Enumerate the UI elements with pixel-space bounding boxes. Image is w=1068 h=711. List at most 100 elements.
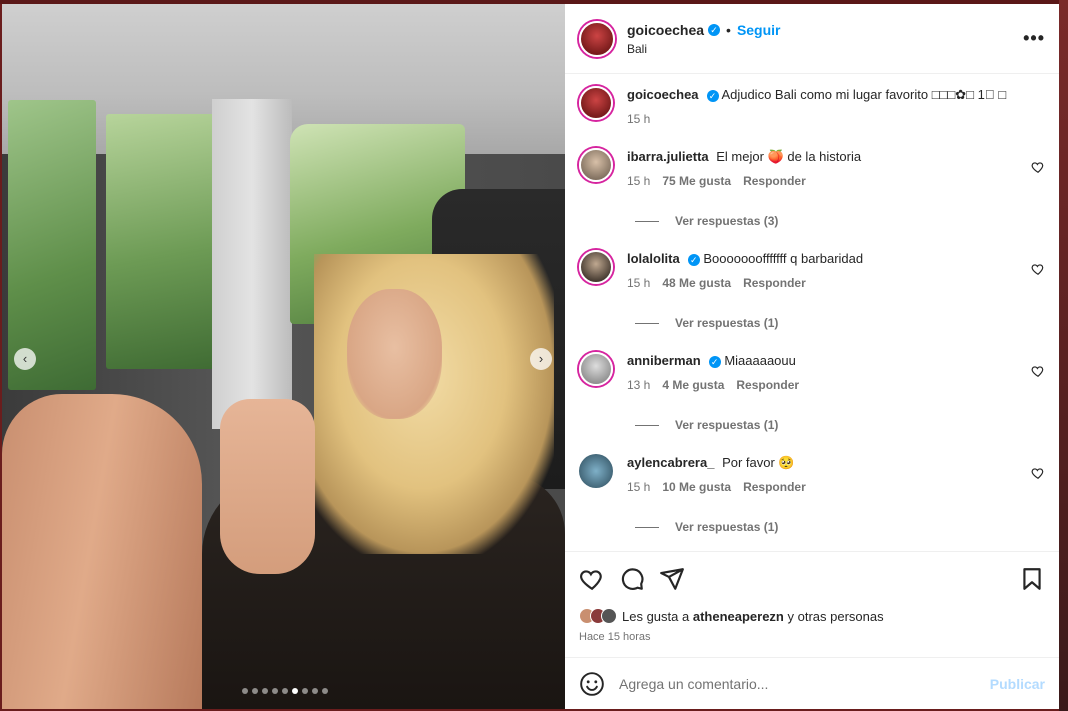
comment-reply-button[interactable]: Responder <box>743 480 806 494</box>
posted-time: Hace 15 horas <box>579 631 651 643</box>
photo-person-leg <box>2 394 202 709</box>
carousel-dot <box>302 688 308 694</box>
carousel-prev-button[interactable]: ‹ <box>14 348 36 370</box>
comment-input[interactable] <box>619 675 990 692</box>
carousel-dot <box>282 688 288 694</box>
comment-username[interactable]: lolalolita <box>627 251 680 266</box>
replies-line <box>635 322 659 324</box>
comment-username[interactable]: aylencabrera_ <box>627 455 714 470</box>
likes-user[interactable]: atheneaperezn <box>693 609 784 624</box>
comment-reply-button[interactable]: Responder <box>743 276 806 290</box>
comment-text: Booooooofffffff q barbaridad <box>703 251 864 266</box>
post-header: goicoechea ✓ • Seguir Bali ••• <box>565 4 1059 74</box>
heart-icon[interactable] <box>1031 364 1045 378</box>
publish-button[interactable]: Publicar <box>990 676 1045 692</box>
caption: goicoechea ✓ Adjudico Bali como mi lugar … <box>579 86 1045 126</box>
carousel-dot <box>322 688 328 694</box>
comment-username[interactable]: anniberman <box>627 353 701 368</box>
comment-likes[interactable]: 75 Me gusta <box>662 174 731 188</box>
view-replies-button[interactable]: Ver respuestas (1) <box>635 316 1045 330</box>
comment-avatar[interactable] <box>579 148 613 182</box>
view-replies-button[interactable]: Ver respuestas (1) <box>635 418 1045 432</box>
comment-likes[interactable]: 48 Me gusta <box>662 276 731 290</box>
comment-time: 13 h <box>627 378 651 392</box>
heart-icon[interactable] <box>1031 466 1045 480</box>
comment-item: aylencabrera_ Por favor 🥺 15 h 10 Me gus… <box>579 454 1045 494</box>
liker-avatar <box>601 608 617 624</box>
post-media[interactable]: ‹ › <box>2 4 565 709</box>
view-replies-label: Ver respuestas (3) <box>675 214 779 228</box>
photo-person-hair <box>314 254 554 554</box>
caption-avatar[interactable] <box>579 86 613 120</box>
comment-text: El mejor 🍑 de la historia <box>716 149 862 164</box>
comment-avatar[interactable] <box>579 352 613 386</box>
comment-username[interactable]: ibarra.julietta <box>627 149 709 164</box>
author-username[interactable]: goicoechea <box>627 22 704 38</box>
carousel-dot <box>292 688 298 694</box>
replies-line <box>635 526 659 528</box>
comments-list[interactable]: goicoechea ✓ Adjudico Bali como mi lugar … <box>565 74 1059 551</box>
heart-icon[interactable] <box>1031 160 1045 174</box>
carousel-dot <box>262 688 268 694</box>
heart-icon[interactable] <box>1031 262 1045 276</box>
verified-badge-icon: ✓ <box>708 356 721 368</box>
photo-window-middle <box>106 114 226 369</box>
comment-likes[interactable]: 4 Me gusta <box>662 378 724 392</box>
comment-time: 15 h <box>627 480 651 494</box>
carousel-next-button[interactable]: › <box>530 348 552 370</box>
view-replies-label: Ver respuestas (1) <box>675 418 779 432</box>
view-replies-label: Ver respuestas (1) <box>675 520 779 534</box>
comment-time: 15 h <box>627 276 651 290</box>
author-info: goicoechea ✓ • Seguir Bali <box>627 22 1023 56</box>
carousel-dot <box>272 688 278 694</box>
comment-reply-button[interactable]: Responder <box>743 174 806 188</box>
like-heart-icon[interactable] <box>579 566 605 592</box>
verified-badge-icon: ✓ <box>706 90 719 102</box>
comment-avatar[interactable] <box>579 250 613 284</box>
author-avatar[interactable] <box>579 20 615 57</box>
background-edge <box>1059 0 1068 711</box>
comment-item: anniberman ✓ Miaaaaaouu 13 h 4 Me gusta R… <box>579 352 1045 392</box>
replies-line <box>635 424 659 426</box>
view-replies-button[interactable]: Ver respuestas (3) <box>635 214 1045 228</box>
comment-time: 15 h <box>627 174 651 188</box>
photo-peace-sign-hand <box>220 399 315 574</box>
carousel-dots <box>242 688 328 694</box>
caption-username[interactable]: goicoechea <box>627 87 699 102</box>
verified-badge-icon: ✓ <box>708 23 721 36</box>
likes-suffix[interactable]: y otras personas <box>788 609 884 624</box>
post-side-panel: goicoechea ✓ • Seguir Bali ••• goicoeche… <box>565 4 1059 709</box>
comment-likes[interactable]: 10 Me gusta <box>662 480 731 494</box>
separator-bullet: • <box>726 21 731 38</box>
share-send-icon[interactable] <box>659 566 685 592</box>
photo-window-left <box>8 100 96 390</box>
photo-car-pillar <box>212 99 292 429</box>
comment-avatar[interactable] <box>579 454 613 488</box>
comment-item: lolalolita ✓ Booooooofffffff q barbaridad… <box>579 250 1045 290</box>
caption-text: Adjudico Bali como mi lugar favorito □□□… <box>721 87 1007 102</box>
comment-bubble-icon[interactable] <box>619 566 645 592</box>
post-location[interactable]: Bali <box>627 42 1023 56</box>
likes-text: Les gusta a atheneaperezn y otras person… <box>622 609 884 624</box>
post-actions <box>565 551 1059 605</box>
comment-text: Miaaaaaouu <box>724 353 796 368</box>
view-replies-button[interactable]: Ver respuestas (1) <box>635 520 1045 534</box>
comment-composer: Publicar <box>565 657 1059 709</box>
follow-button[interactable]: Seguir <box>737 22 781 38</box>
view-replies-label: Ver respuestas (1) <box>675 316 779 330</box>
comment-text: Por favor 🥺 <box>722 455 795 470</box>
photo-person-face <box>347 289 442 419</box>
comment-item: ibarra.julietta El mejor 🍑 de la histori… <box>579 148 1045 188</box>
carousel-dot <box>312 688 318 694</box>
bookmark-icon[interactable] <box>1019 566 1045 592</box>
caption-time: 15 h <box>627 112 651 126</box>
more-options-icon[interactable]: ••• <box>1023 28 1045 49</box>
carousel-dot <box>242 688 248 694</box>
likes-prefix: Les gusta a <box>622 608 690 624</box>
replies-line <box>635 220 659 222</box>
likes-summary[interactable]: Les gusta a atheneaperezn y otras person… <box>565 605 1059 627</box>
emoji-icon[interactable] <box>579 671 605 697</box>
comment-reply-button[interactable]: Responder <box>736 378 799 392</box>
verified-badge-icon: ✓ <box>687 254 700 266</box>
carousel-dot <box>252 688 258 694</box>
